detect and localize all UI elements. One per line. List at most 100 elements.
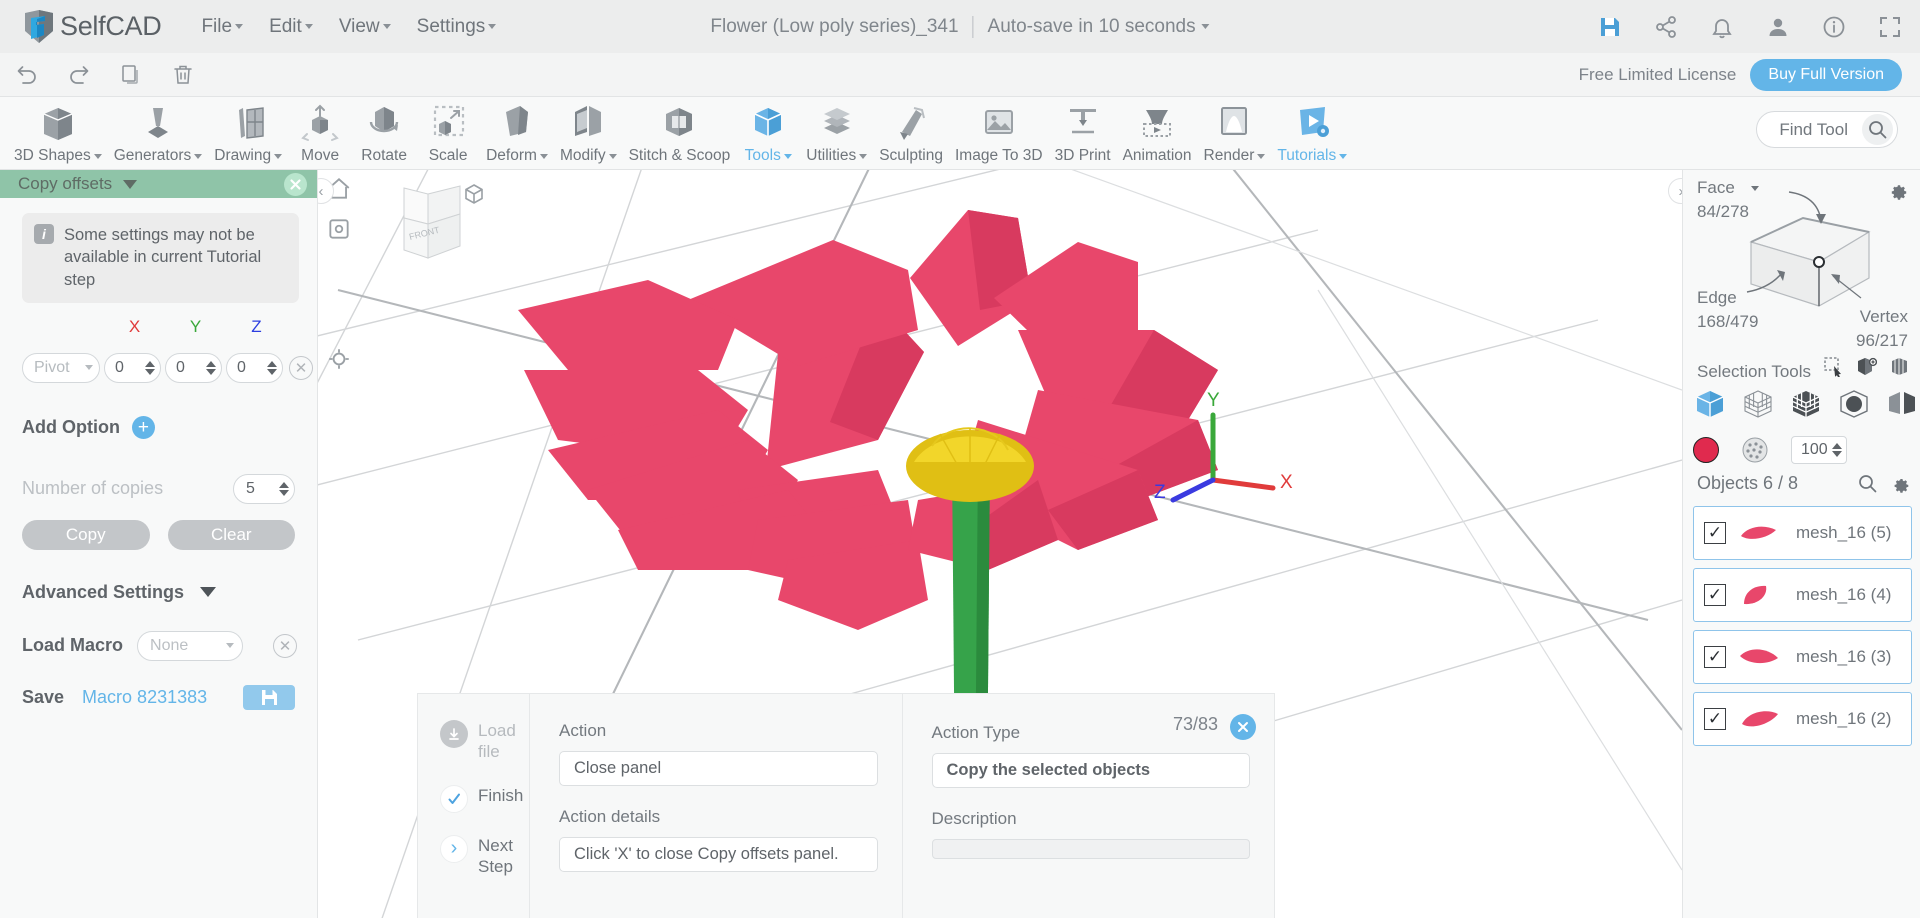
autosave-status[interactable]: Auto-save in 10 seconds	[988, 16, 1210, 38]
action-input[interactable]: Close panel	[559, 751, 878, 786]
stepper-icon[interactable]	[145, 360, 155, 375]
save-icon[interactable]	[1598, 15, 1622, 39]
redo-icon[interactable]	[66, 62, 92, 88]
app-logo[interactable]: SelfCAD	[22, 9, 162, 45]
objects-list[interactable]: ✓ mesh_16 (5) ✓ mesh_16 (4) ✓ mesh_16 (3…	[1693, 506, 1912, 918]
clear-offsets-icon[interactable]: ✕	[289, 355, 313, 380]
search-icon[interactable]	[1858, 474, 1877, 493]
material-color-swatch[interactable]	[1693, 437, 1719, 463]
tool-deform[interactable]: Deform	[480, 97, 554, 165]
object-checkbox[interactable]: ✓	[1704, 522, 1726, 544]
undo-icon[interactable]	[14, 62, 40, 88]
tutorial-step-load-file[interactable]: Load file	[418, 720, 529, 763]
pencil-sketch-icon	[222, 102, 274, 146]
tool-image-to-3d[interactable]: Image To 3D	[949, 97, 1049, 165]
tool-utilities[interactable]: Utilities	[800, 97, 873, 165]
stepper-icon[interactable]	[267, 360, 277, 375]
clear-macro-icon[interactable]: ✕	[273, 633, 298, 658]
list-item[interactable]: ✓ mesh_16 (2)	[1693, 692, 1912, 746]
stepper-icon[interactable]	[1832, 443, 1842, 457]
object-mode-icon[interactable]	[1693, 388, 1727, 420]
object-checkbox[interactable]: ✓	[1704, 584, 1726, 606]
offset-x-input[interactable]: 0	[104, 352, 161, 383]
tool-animation[interactable]: Animation	[1117, 97, 1198, 165]
load-macro-select[interactable]: None	[137, 630, 244, 661]
offset-z-input[interactable]: 0	[226, 352, 283, 383]
action-details-label: Action details	[559, 807, 661, 826]
tutorial-notice: i Some settings may not be available in …	[22, 213, 299, 303]
load-macro-value: None	[150, 636, 189, 654]
tutorial-steps: Load file Finish › Next Step	[418, 694, 530, 918]
pivot-select[interactable]: Pivot	[22, 352, 100, 383]
object-checkbox[interactable]: ✓	[1704, 646, 1726, 668]
user-icon[interactable]	[1766, 15, 1790, 39]
tool-3d-shapes[interactable]: 3D Shapes	[8, 97, 108, 165]
add-option-row[interactable]: Add Option +	[22, 415, 317, 439]
clear-button[interactable]: Clear	[167, 519, 295, 550]
tool-move[interactable]: Move	[288, 97, 352, 165]
save-macro-button[interactable]	[243, 684, 295, 710]
cube-home-icon[interactable]	[462, 182, 486, 206]
tool-tutorials[interactable]: Tutorials	[1271, 97, 1353, 165]
menu-file[interactable]: File	[201, 16, 244, 38]
advanced-settings-toggle[interactable]: Advanced Settings	[22, 582, 317, 603]
rect-select-icon[interactable]	[1823, 356, 1844, 377]
menu-view[interactable]: View	[339, 16, 391, 38]
texture-sphere-icon[interactable]	[1741, 436, 1769, 464]
list-item[interactable]: ✓ mesh_16 (3)	[1693, 630, 1912, 684]
box-select-icon[interactable]	[1856, 356, 1877, 377]
menu-settings[interactable]: Settings	[417, 16, 497, 38]
opacity-input[interactable]: 100	[1791, 436, 1847, 464]
delete-icon[interactable]	[170, 62, 196, 88]
stepper-icon[interactable]	[206, 360, 216, 375]
number-of-copies-input[interactable]: 5	[233, 473, 295, 504]
action-details-input[interactable]: Click 'X' to close Copy offsets panel.	[559, 837, 878, 872]
view-cube-widget[interactable]: FRONT	[376, 184, 483, 279]
anchor-icon[interactable]	[326, 346, 352, 372]
tool-modify[interactable]: Modify	[554, 97, 623, 165]
tool-drawing[interactable]: Drawing	[208, 97, 288, 165]
list-item[interactable]: ✓ mesh_16 (5)	[1693, 506, 1912, 560]
menu-edit[interactable]: Edit	[269, 16, 313, 38]
bell-icon[interactable]	[1710, 15, 1734, 39]
find-tool-search[interactable]: Find Tool	[1756, 111, 1898, 148]
tutorial-dialog: Load file Finish › Next Step Action Clos…	[417, 693, 1275, 918]
tool-sculpting[interactable]: Sculpting	[873, 97, 949, 165]
face-mode-icon[interactable]	[1885, 388, 1919, 420]
sphere-mode-icon[interactable]	[1837, 388, 1871, 420]
wireframe-mode-icon[interactable]	[1741, 388, 1775, 420]
info-icon[interactable]	[1822, 15, 1846, 39]
fullscreen-icon[interactable]	[1878, 15, 1902, 39]
stepper-icon[interactable]	[279, 481, 289, 496]
macro-name-link[interactable]: Macro 8231383	[82, 687, 207, 708]
tool-rotate[interactable]: Rotate	[352, 97, 416, 165]
target-icon[interactable]	[326, 216, 352, 242]
close-panel-button[interactable]	[284, 172, 307, 196]
close-tutorial-button[interactable]	[1230, 714, 1256, 740]
grid-mode-icon[interactable]	[1789, 388, 1823, 420]
list-item[interactable]: ✓ mesh_16 (4)	[1693, 568, 1912, 622]
description-input[interactable]	[931, 839, 1250, 859]
plus-icon[interactable]: +	[131, 415, 155, 439]
copy-button[interactable]: Copy	[22, 519, 150, 550]
object-checkbox[interactable]: ✓	[1704, 708, 1726, 730]
tool-generators[interactable]: Generators	[108, 97, 209, 165]
copy-offsets-title-wrap[interactable]: Copy offsets	[18, 174, 138, 194]
share-icon[interactable]	[1654, 15, 1678, 39]
duplicate-icon[interactable]	[118, 62, 144, 88]
offset-y-input[interactable]: 0	[165, 352, 222, 383]
tool-stitch-scoop[interactable]: Stitch & Scoop	[623, 97, 737, 165]
tutorial-step-next[interactable]: › Next Step	[418, 834, 529, 878]
buy-full-version-button[interactable]: Buy Full Version	[1750, 58, 1902, 91]
check-icon	[440, 784, 468, 813]
tool-3d-print[interactable]: 3D Print	[1049, 97, 1117, 165]
tool-stitch-scoop-label: Stitch & Scoop	[628, 147, 731, 164]
search-icon[interactable]	[1862, 114, 1893, 145]
lasso-select-icon[interactable]	[1889, 356, 1910, 377]
action-type-input[interactable]: Copy the selected objects	[931, 753, 1250, 788]
tutorial-step-finish[interactable]: Finish	[418, 784, 529, 813]
tool-render[interactable]: Render	[1198, 97, 1272, 165]
gear-icon[interactable]	[1891, 474, 1910, 493]
tool-scale[interactable]: Scale	[416, 97, 480, 165]
tool-tools[interactable]: Tools	[736, 97, 800, 165]
